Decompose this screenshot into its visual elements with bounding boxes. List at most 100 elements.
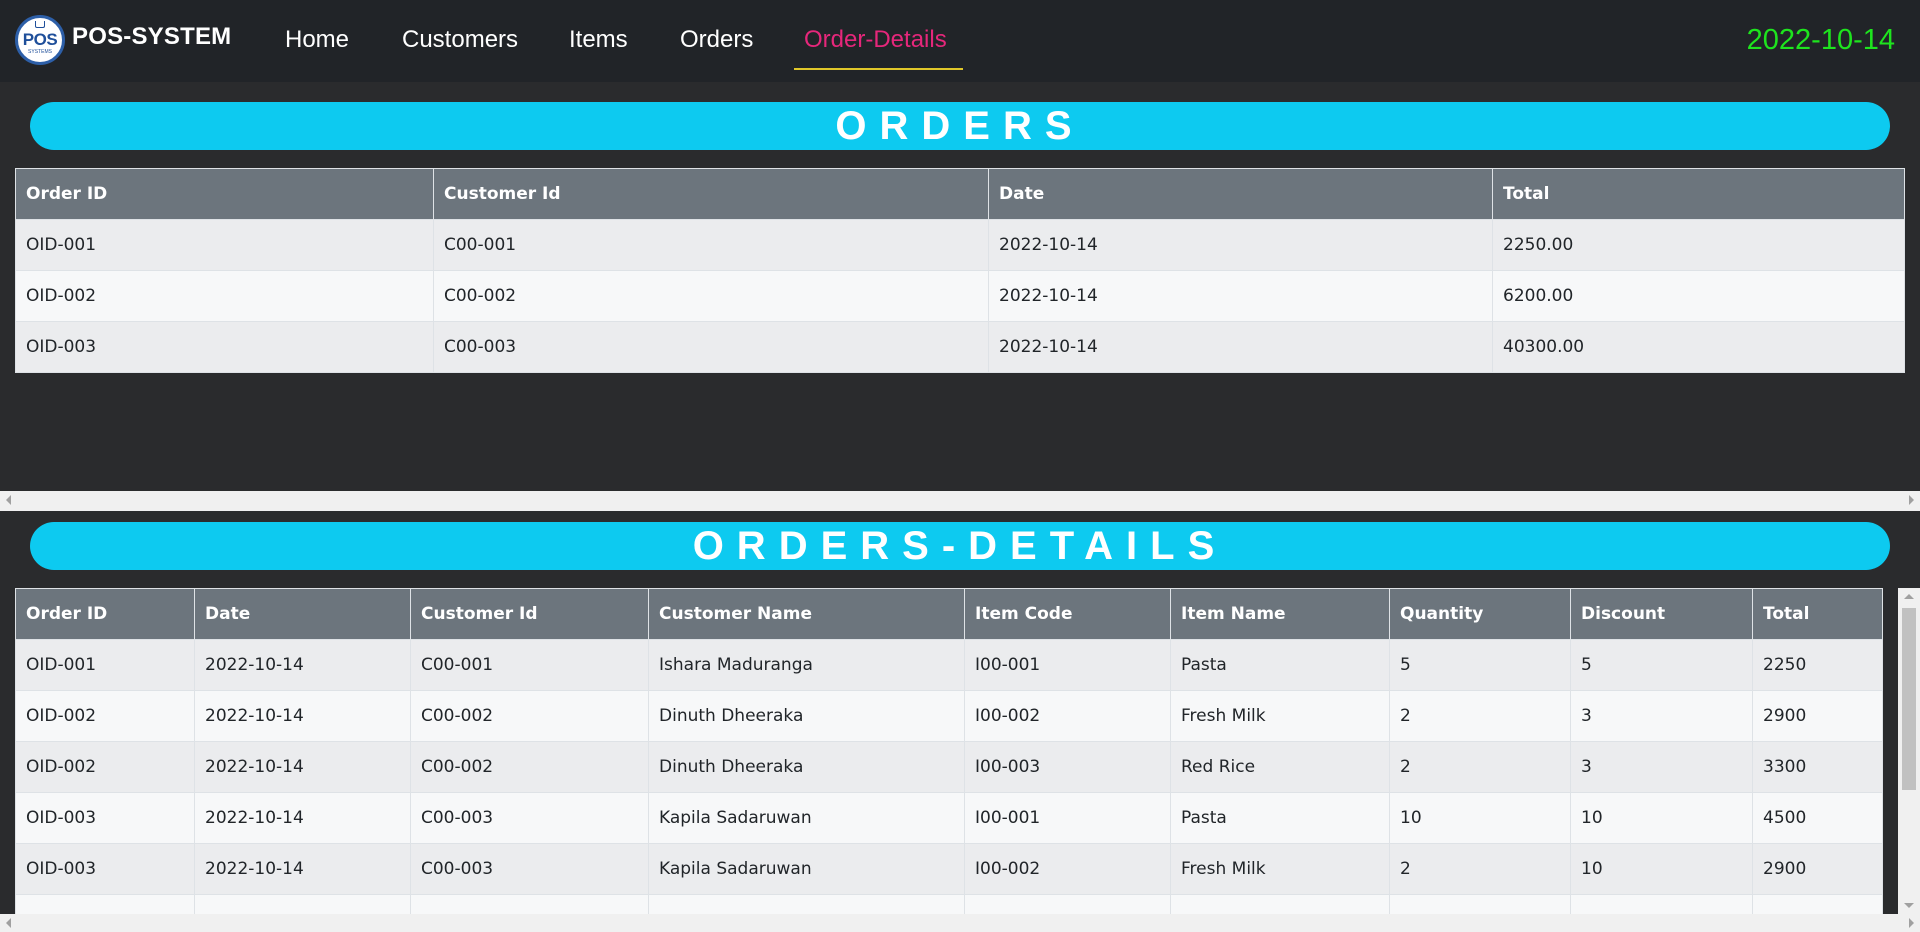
cell-discount: 3 [1570, 690, 1753, 742]
logo-text: POS [22, 30, 58, 49]
cart-icon [35, 21, 45, 28]
table-header-row: Order ID Date Customer Id Customer Name … [15, 588, 1883, 640]
logo-subtext: SYSTEMS [28, 49, 52, 55]
column-header-quantity[interactable]: Quantity [1389, 588, 1571, 640]
cell-customer-id: C00-002 [433, 270, 989, 322]
cell-quantity: 2 [1389, 843, 1571, 895]
cell-customer-name: Dinuth Dheeraka [648, 690, 965, 742]
cell-item-name: Red Rice [1170, 741, 1390, 793]
table-row[interactable]: OID-002 C00-002 2022-10-14 6200.00 [15, 270, 1905, 322]
order-details-vertical-scrollbar[interactable] [1898, 588, 1920, 914]
column-header-item-name[interactable]: Item Name [1170, 588, 1390, 640]
column-header-total[interactable]: Total [1752, 588, 1883, 640]
brand-name[interactable]: POS-SYSTEM [72, 23, 231, 51]
cell-order-id: OID-001 [15, 219, 434, 271]
nav-customers[interactable]: Customers [402, 26, 518, 54]
cell-item-name: Pasta [1170, 639, 1390, 691]
active-nav-underline [794, 68, 963, 70]
cell-item-code: I00-002 [964, 690, 1171, 742]
table-header-row: Order ID Customer Id Date Total [15, 168, 1905, 220]
column-header-customer-id[interactable]: Customer Id [410, 588, 649, 640]
page-horizontal-scrollbar[interactable] [0, 914, 1920, 932]
cell-order-id: OID-002 [15, 741, 195, 793]
cell-total: 2250 [1752, 639, 1883, 691]
column-header-customer-id[interactable]: Customer Id [433, 168, 989, 220]
cell-date: 2022-10-14 [988, 321, 1493, 373]
cell-order-id: OID-003 [15, 843, 195, 895]
table-row[interactable]: OID-002 2022-10-14 C00-002 Dinuth Dheeraka I… [15, 690, 1883, 742]
cell-date: 2022-10-14 [988, 270, 1493, 322]
cell-customer-id: C00-002 [410, 741, 649, 793]
nav-home[interactable]: Home [285, 26, 349, 54]
cell-customer-name: Ishara Maduranga [648, 639, 965, 691]
cell-total: 2900 [1752, 843, 1883, 895]
cell-customer-id: C00-001 [433, 219, 989, 271]
current-date: 2022-10-14 [1746, 24, 1895, 56]
cell-discount: 3 [1570, 741, 1753, 793]
scroll-down-icon[interactable] [1904, 903, 1914, 908]
cell-item-name: Fresh Milk [1170, 843, 1390, 895]
cell-customer-name: Kapila Sadaruwan [648, 843, 965, 895]
cell-quantity: 5 [1389, 639, 1571, 691]
cell-total: 3300 [1752, 741, 1883, 793]
column-header-customer-name[interactable]: Customer Name [648, 588, 965, 640]
order-details-banner: ORDERS-DETAILS [30, 522, 1890, 570]
cell-item-name: Pasta [1170, 792, 1390, 844]
scrollbar-thumb[interactable] [1902, 608, 1916, 790]
orders-table: Order ID Customer Id Date Total OID-001 … [15, 168, 1905, 373]
table-row[interactable]: OID-002 2022-10-14 C00-002 Dinuth Dheeraka I… [15, 741, 1883, 793]
column-header-date[interactable]: Date [194, 588, 411, 640]
column-header-order-id[interactable]: Order ID [15, 168, 434, 220]
cell-discount: 10 [1570, 792, 1753, 844]
cell-item-code: I00-001 [964, 639, 1171, 691]
cell-quantity: 2 [1389, 741, 1571, 793]
cell-date: 2022-10-14 [988, 219, 1493, 271]
nav-orders[interactable]: Orders [680, 26, 753, 54]
table-row[interactable]: OID-001 2022-10-14 C00-001 Ishara Maduranga… [15, 639, 1883, 691]
table-row[interactable]: OID-003 2022-10-14 C00-003 Kapila Sadaruwan… [15, 792, 1883, 844]
column-header-item-code[interactable]: Item Code [964, 588, 1171, 640]
cell-order-id: OID-002 [15, 270, 434, 322]
order-details-table: Order ID Date Customer Id Customer Name … [15, 588, 1883, 932]
cell-item-code: I00-001 [964, 792, 1171, 844]
nav-order-details[interactable]: Order-Details [804, 26, 947, 54]
cell-discount: 5 [1570, 639, 1753, 691]
cell-item-name: Fresh Milk [1170, 690, 1390, 742]
table-row[interactable]: OID-001 C00-001 2022-10-14 2250.00 [15, 219, 1905, 271]
cell-quantity: 10 [1389, 792, 1571, 844]
table-row[interactable]: OID-003 2022-10-14 C00-003 Kapila Sadaruwan… [15, 843, 1883, 895]
scroll-up-icon[interactable] [1904, 594, 1914, 599]
orders-horizontal-scrollbar[interactable] [0, 491, 1920, 511]
cell-total: 2900 [1752, 690, 1883, 742]
column-header-discount[interactable]: Discount [1570, 588, 1753, 640]
scroll-right-icon[interactable] [1909, 918, 1914, 928]
cell-date: 2022-10-14 [194, 690, 411, 742]
scroll-left-icon[interactable] [6, 495, 11, 505]
scroll-left-icon[interactable] [6, 918, 11, 928]
scroll-right-icon[interactable] [1909, 495, 1914, 505]
cell-order-id: OID-001 [15, 639, 195, 691]
cell-date: 2022-10-14 [194, 843, 411, 895]
cell-customer-name: Kapila Sadaruwan [648, 792, 965, 844]
cell-total: 6200.00 [1492, 270, 1905, 322]
cell-date: 2022-10-14 [194, 792, 411, 844]
cell-date: 2022-10-14 [194, 639, 411, 691]
nav-items[interactable]: Items [569, 26, 628, 54]
cell-order-id: OID-003 [15, 792, 195, 844]
cell-customer-id: C00-003 [433, 321, 989, 373]
cell-customer-name: Dinuth Dheeraka [648, 741, 965, 793]
cell-item-code: I00-003 [964, 741, 1171, 793]
table-row[interactable]: OID-003 C00-003 2022-10-14 40300.00 [15, 321, 1905, 373]
cell-item-code: I00-002 [964, 843, 1171, 895]
cell-total: 40300.00 [1492, 321, 1905, 373]
pos-logo[interactable]: POS SYSTEMS [15, 15, 65, 65]
column-header-order-id[interactable]: Order ID [15, 588, 195, 640]
cell-order-id: OID-003 [15, 321, 434, 373]
cell-discount: 10 [1570, 843, 1753, 895]
cell-customer-id: C00-003 [410, 843, 649, 895]
navbar: POS SYSTEMS POS-SYSTEM Home Customers It… [0, 0, 1920, 82]
cell-date: 2022-10-14 [194, 741, 411, 793]
column-header-date[interactable]: Date [988, 168, 1493, 220]
cell-total: 2250.00 [1492, 219, 1905, 271]
column-header-total[interactable]: Total [1492, 168, 1905, 220]
